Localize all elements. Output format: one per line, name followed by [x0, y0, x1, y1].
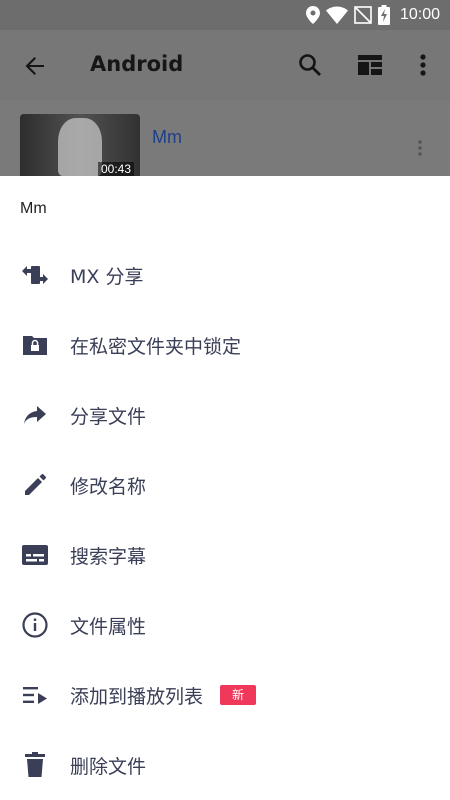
- status-bar: 10:00: [0, 0, 450, 30]
- wifi-icon: [325, 6, 348, 24]
- video-thumbnail[interactable]: 00:43: [20, 114, 140, 176]
- menu-item-label: 修改名称: [70, 475, 147, 498]
- more-vert-icon[interactable]: [410, 52, 436, 78]
- menu-item-label: MX 分享: [70, 265, 144, 288]
- menu-item-label: 搜索字幕: [70, 545, 147, 568]
- row-more-icon[interactable]: [410, 138, 430, 158]
- bottom-sheet: Mm MX 分享 在私密文件夹中锁定 分享文件 修改名称 搜索字幕 文件属性 添…: [0, 176, 450, 800]
- no-sim-icon: [354, 6, 372, 24]
- menu-item-lock-private[interactable]: 在私密文件夹中锁定: [0, 310, 450, 380]
- share-arrow-icon: [20, 400, 50, 430]
- status-time: 10:00: [399, 6, 440, 23]
- page-title: Android: [90, 52, 184, 76]
- menu-item-add-to-playlist[interactable]: 添加到播放列表 新: [0, 660, 450, 730]
- menu-item-label: 在私密文件夹中锁定: [70, 335, 242, 358]
- view-layout-icon[interactable]: [357, 52, 383, 78]
- back-arrow-icon[interactable]: [22, 53, 48, 79]
- search-icon[interactable]: [297, 52, 323, 78]
- video-title[interactable]: Mm: [152, 127, 182, 148]
- menu-item-label: 分享文件: [70, 405, 147, 428]
- status-icons: 10:00: [305, 0, 450, 30]
- menu-item-label: 删除文件: [70, 755, 147, 778]
- menu-item-file-properties[interactable]: 文件属性: [0, 590, 450, 660]
- subtitles-icon: [20, 540, 50, 570]
- thumbnail-figure: [58, 118, 102, 176]
- info-icon: [20, 610, 50, 640]
- app-bar: Android: [0, 30, 450, 100]
- menu-item-mx-share[interactable]: MX 分享: [0, 240, 450, 310]
- menu-item-label: 文件属性: [70, 615, 147, 638]
- mx-share-icon: [20, 260, 50, 290]
- menu-item-share-file[interactable]: 分享文件: [0, 380, 450, 450]
- trash-icon: [20, 750, 50, 780]
- location-icon: [305, 6, 320, 24]
- video-duration: 00:43: [97, 162, 134, 176]
- new-badge: 新: [220, 685, 257, 705]
- sheet-title: Mm: [20, 200, 47, 217]
- menu-item-delete-file[interactable]: 删除文件: [0, 730, 450, 800]
- menu-item-rename[interactable]: 修改名称: [0, 450, 450, 520]
- battery-charging-icon: [377, 5, 390, 25]
- menu-item-label: 添加到播放列表: [70, 685, 204, 708]
- lock-folder-icon: [20, 330, 50, 360]
- playlist-add-icon: [20, 680, 50, 710]
- menu-item-search-subtitles[interactable]: 搜索字幕: [0, 520, 450, 590]
- video-list-item[interactable]: 00:43 Mm: [0, 100, 450, 176]
- edit-pencil-icon: [20, 470, 50, 500]
